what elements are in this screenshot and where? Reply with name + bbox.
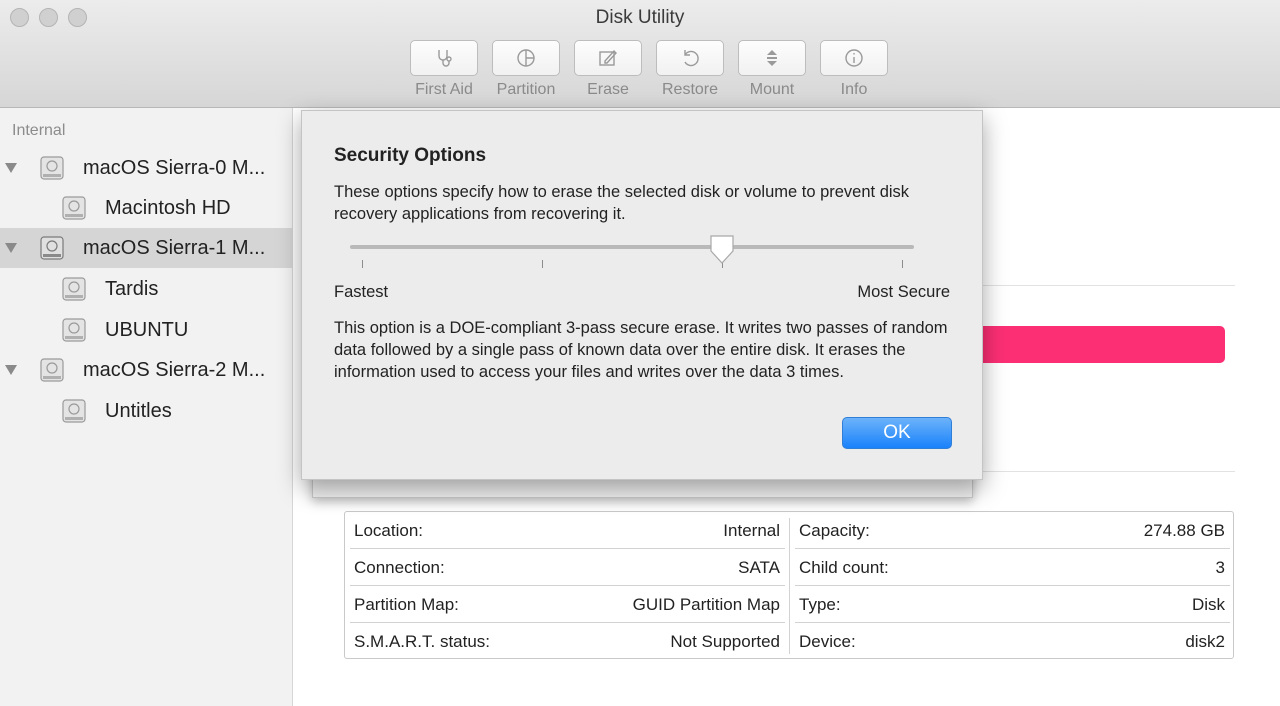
slider-tick: [362, 260, 363, 268]
hard-disk-icon: [40, 236, 64, 260]
restore-label: Restore: [661, 81, 719, 98]
sidebar-item-label: Tardis: [105, 277, 159, 300]
info-row-connection: Connection: SATA: [345, 549, 790, 586]
mount-button[interactable]: Mount: [731, 40, 813, 99]
sidebar-item-untitles[interactable]: Untitles: [0, 391, 292, 431]
info-column-left: Location: Internal Connection: SATA Part…: [345, 512, 790, 660]
info-value: 3: [1215, 558, 1225, 577]
info-value: GUID Partition Map: [632, 595, 780, 614]
volume-icon: [62, 318, 86, 342]
info-value: SATA: [738, 558, 780, 577]
info-value: disk2: [1185, 632, 1225, 651]
info-key: S.M.A.R.T. status:: [354, 632, 491, 651]
info-key: Child count:: [799, 558, 889, 577]
divider: [982, 285, 1235, 286]
divider: [982, 471, 1235, 472]
mount-icon: [767, 50, 777, 66]
info-value: 274.88 GB: [1143, 521, 1225, 540]
info-label: Info: [840, 81, 868, 98]
info-key: Connection:: [354, 558, 445, 577]
info-row-child-count: Child count: 3: [790, 549, 1235, 586]
security-slider-thumb[interactable]: [708, 234, 736, 266]
info-row-type: Type: Disk: [790, 586, 1235, 623]
partition-button[interactable]: Partition: [485, 40, 567, 99]
erase-label: Erase: [587, 81, 629, 98]
dialog-description: These options specify how to erase the s…: [334, 183, 910, 223]
disclosure-triangle-icon[interactable]: [5, 365, 17, 375]
partition-label: Partition: [496, 81, 556, 98]
sidebar-item-label: macOS Sierra-0 M...: [83, 156, 266, 179]
ok-button[interactable]: OK: [842, 417, 952, 449]
slider-tick: [902, 260, 903, 268]
sidebar: Internal macOS Sierra-0 M... Macintosh H…: [0, 108, 293, 706]
volume-icon: [62, 196, 86, 220]
hard-disk-icon: [40, 358, 64, 382]
info-key: Device:: [799, 632, 856, 651]
info-icon: [845, 49, 863, 67]
erase-button[interactable]: Erase: [567, 40, 649, 99]
hard-disk-icon: [40, 156, 64, 180]
info-row-smart-status: S.M.A.R.T. status: Not Supported: [345, 623, 790, 660]
security-level-explanation: This option is a DOE-compliant 3-pass se…: [334, 319, 948, 381]
stethoscope-icon: [438, 50, 452, 67]
sidebar-item-macos-sierra-1[interactable]: macOS Sierra-1 M...: [0, 228, 292, 268]
sidebar-item-label: Macintosh HD: [105, 196, 231, 219]
restore-icon: [684, 50, 699, 67]
info-row-location: Location: Internal: [345, 512, 790, 549]
info-row-device: Device: disk2: [790, 623, 1235, 660]
volume-icon: [62, 399, 86, 423]
sidebar-item-macos-sierra-0[interactable]: macOS Sierra-0 M...: [0, 148, 292, 188]
info-key: Partition Map:: [354, 595, 459, 614]
disclosure-triangle-icon[interactable]: [5, 243, 17, 253]
dialog-title: Security Options: [334, 145, 487, 166]
volume-icon: [62, 277, 86, 301]
slider-label-fastest: Fastest: [334, 283, 389, 301]
info-row-capacity: Capacity: 274.88 GB: [790, 512, 1235, 549]
first-aid-label: First Aid: [415, 81, 473, 98]
sidebar-item-tardis[interactable]: Tardis: [0, 269, 292, 309]
sidebar-item-macintosh-hd[interactable]: Macintosh HD: [0, 188, 292, 228]
mount-label: Mount: [749, 81, 795, 98]
window-title: Disk Utility: [595, 7, 685, 28]
security-slider-track[interactable]: [350, 245, 914, 249]
info-value: Disk: [1191, 595, 1225, 614]
sidebar-item-label: UBUNTU: [105, 318, 189, 341]
toolbar: First Aid Partition Erase Restore Mount …: [403, 40, 895, 99]
security-options-dialog: Security Options These options specify h…: [301, 110, 983, 480]
disclosure-triangle-icon[interactable]: [5, 163, 17, 173]
slider-label-most-secure: Most Secure: [857, 283, 950, 301]
sidebar-section-internal: Internal: [12, 122, 66, 139]
slider-tick: [542, 260, 543, 268]
sidebar-item-macos-sierra-2[interactable]: macOS Sierra-2 M...: [0, 350, 292, 390]
info-row-partition-map: Partition Map: GUID Partition Map: [345, 586, 790, 623]
info-key: Capacity:: [799, 521, 870, 540]
info-column-right: Capacity: 274.88 GB Child count: 3 Type:…: [790, 512, 1235, 660]
info-button[interactable]: Info: [813, 40, 895, 99]
info-value: Not Supported: [670, 632, 780, 651]
partition-pie-icon: [517, 49, 535, 67]
title-bar: Disk Utility First Aid Partition Erase R…: [0, 0, 1280, 108]
erase-icon: [599, 49, 617, 66]
disk-usage-bar: [950, 326, 1225, 363]
sidebar-item-ubuntu[interactable]: UBUNTU: [0, 310, 292, 350]
sidebar-item-label: macOS Sierra-2 M...: [83, 358, 266, 381]
restore-button[interactable]: Restore: [649, 40, 731, 99]
info-key: Type:: [799, 595, 841, 614]
info-value: Internal: [723, 521, 780, 540]
info-key: Location:: [354, 521, 423, 540]
disk-info-table: Location: Internal Connection: SATA Part…: [344, 511, 1234, 659]
sidebar-item-label: Untitles: [105, 399, 172, 422]
sidebar-item-label: macOS Sierra-1 M...: [83, 236, 266, 259]
first-aid-button[interactable]: First Aid: [403, 40, 485, 99]
